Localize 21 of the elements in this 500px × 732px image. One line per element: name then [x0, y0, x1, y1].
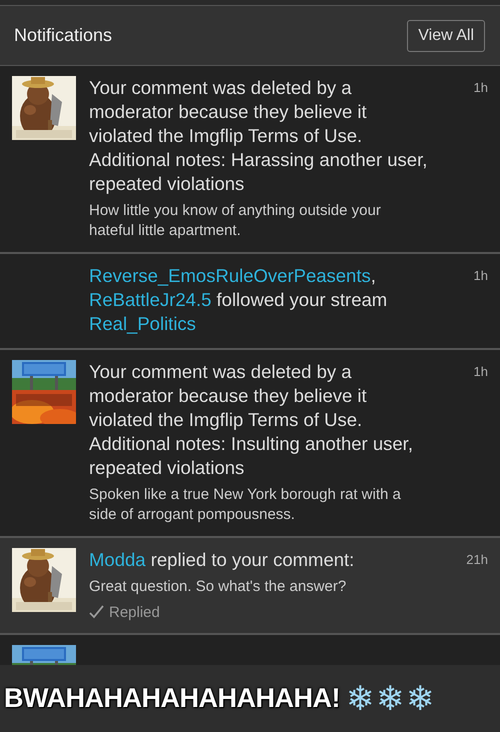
comment-text: Great question. So what's the answer?: [89, 577, 348, 596]
notification-message: Modda replied to your comment:: [89, 548, 356, 572]
user-link[interactable]: Modda: [89, 549, 146, 570]
snowflake-emoji: ❄❄❄: [346, 679, 436, 719]
replied-status: Replied: [109, 604, 160, 620]
caption-text: BWAHAHAHAHAHAHAHA!: [4, 683, 340, 714]
time-label: 21h: [466, 551, 488, 569]
panel-title: Notifications: [14, 25, 112, 46]
user-link[interactable]: Real_Politics: [89, 313, 196, 334]
user-link[interactable]: Reverse_EmosRuleOverPeasents: [89, 265, 371, 286]
notification-message: Your comment was deleted by a moderator because they believe it violated the Imgflip Terms of Use. Additional notes: Harassing another user, repeated violations: [89, 76, 428, 196]
time-label: 1h: [474, 79, 488, 97]
view-all-button[interactable]: View All: [407, 20, 485, 52]
time-label: 1h: [474, 267, 488, 285]
notification-message: Your comment was deleted by a moderator because they believe it violated the Imgflip Terms of Use. Additional notes: Insulting another user, repeated violations: [89, 360, 414, 480]
comment-text: Spoken like a true New York borough rat with a side of arrogant pompousness.: [89, 485, 402, 524]
user-link[interactable]: ReBattleJr24.5: [89, 289, 212, 310]
notification-message: Reverse_EmosRuleOverPeasents, ReBattleJr24.5 followed your stream Real_Politics: [89, 264, 388, 336]
check-icon: [89, 605, 104, 619]
time-label: 1h: [474, 363, 488, 381]
comment-text: How little you know of anything outside your hateful little apartment.: [89, 201, 382, 240]
